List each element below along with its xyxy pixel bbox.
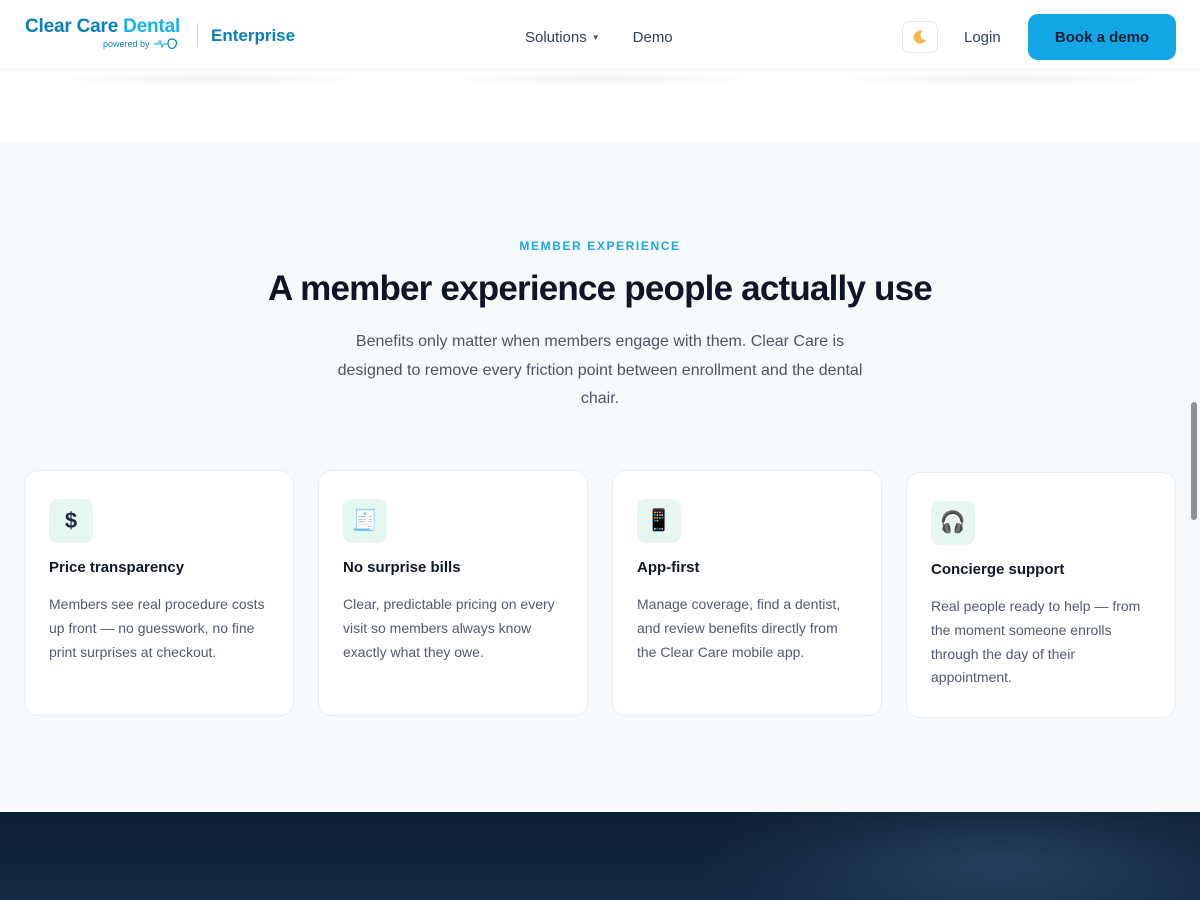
feature-card-body: Manage coverage, find a dentist, and rev… xyxy=(637,596,841,660)
feature-card-title: Price transparency xyxy=(49,559,185,576)
feature-card-app-first: 📱 App-first Manage coverage, find a dent… xyxy=(612,470,882,716)
previous-section-shadow xyxy=(50,72,370,86)
site-header: Clear Care Dental powered by Enterprise … xyxy=(0,0,1200,70)
feature-card-body: Clear, predictable pricing on every visi… xyxy=(343,596,555,660)
member-experience-section: MEMBER EXPERIENCE A member experience pe… xyxy=(0,141,1200,812)
feature-card-concierge-support: 🎧 Concierge support Real people ready to… xyxy=(906,472,1176,718)
feature-card-title: No surprise bills xyxy=(343,559,461,576)
partner-logo-icon xyxy=(153,38,177,50)
feature-card-body: Real people ready to help — from the mom… xyxy=(931,598,1141,686)
theme-toggle-button[interactable] xyxy=(902,21,938,53)
section-headline: A member experience people actually use xyxy=(268,269,933,308)
feature-card-title: App-first xyxy=(637,559,700,576)
dollar-icon: $ xyxy=(49,499,93,543)
section-eyebrow: MEMBER EXPERIENCE xyxy=(519,239,681,253)
nav-demo[interactable]: Demo xyxy=(633,29,673,46)
moon-icon xyxy=(913,30,926,44)
previous-section-shadow xyxy=(440,72,760,86)
main-nav: Solutions ▼ Demo xyxy=(525,29,673,46)
mobile-phone-icon: 📱 xyxy=(637,499,681,543)
brand-logo[interactable]: Clear Care Dental powered by xyxy=(25,16,181,50)
section-lede: Benefits only matter when members engage… xyxy=(337,333,863,407)
logo-powered-by: powered by xyxy=(103,38,179,50)
feature-card-body: Members see real procedure costs up fron… xyxy=(49,596,265,660)
receipt-icon: 🧾 xyxy=(343,499,387,543)
book-demo-button[interactable]: Book a demo xyxy=(1028,14,1176,60)
feature-card-no-surprise-bills: 🧾 No surprise bills Clear, predictable p… xyxy=(318,470,588,716)
product-label: Enterprise xyxy=(211,26,296,45)
feature-card-price-transparency: $ Price transparency Members see real pr… xyxy=(24,470,294,716)
nav-solutions[interactable]: Solutions ▼ xyxy=(525,29,600,46)
feature-card-title: Concierge support xyxy=(931,561,1065,578)
nav-solutions-label: Solutions xyxy=(525,29,587,46)
next-section-dark xyxy=(0,812,1200,900)
chevron-down-icon: ▼ xyxy=(591,33,600,42)
page-scrollbar[interactable] xyxy=(1191,402,1197,520)
previous-section-shadow xyxy=(830,72,1170,86)
logo-divider xyxy=(197,23,198,47)
login-link[interactable]: Login xyxy=(964,29,1001,46)
headphones-icon: 🎧 xyxy=(931,501,975,545)
logo-wordmark: Clear Care Dental xyxy=(25,16,181,37)
